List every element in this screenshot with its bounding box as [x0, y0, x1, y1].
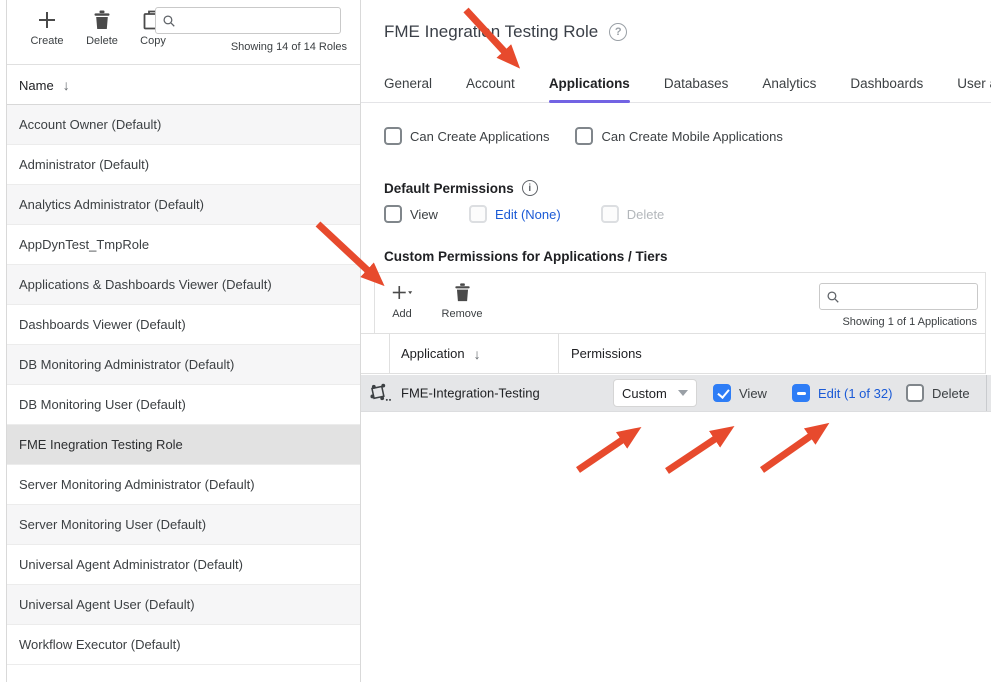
- tab-account[interactable]: Account: [466, 72, 515, 102]
- role-row-account-owner[interactable]: Account Owner (Default): [7, 105, 360, 145]
- role-row-server-monitoring-user[interactable]: Server Monitoring User (Default): [7, 505, 360, 545]
- row-view-checkbox[interactable]: [713, 384, 731, 402]
- role-row-workflow-executor[interactable]: Workflow Executor (Default): [7, 625, 360, 665]
- add-application-label: Add: [385, 308, 419, 320]
- roles-search: [155, 7, 341, 34]
- row-delete-checkbox[interactable]: [906, 384, 924, 402]
- roles-admin-page: Create Delete Copy: [0, 0, 991, 682]
- can-create-mobile-applications-option: Can Create Mobile Applications: [575, 127, 782, 145]
- chevron-down-icon: [678, 390, 688, 396]
- trash-icon: [452, 282, 473, 303]
- default-permissions-row: View Edit (None) Delete: [384, 205, 664, 223]
- role-detail-panel: FME Inegration Testing Role ? General Ac…: [361, 0, 991, 682]
- default-delete-option: Delete: [601, 205, 665, 223]
- create-role-button[interactable]: Create: [23, 9, 71, 47]
- column-separator: [986, 375, 987, 411]
- default-view-label: View: [410, 207, 438, 222]
- role-row-db-monitoring-administrator[interactable]: DB Monitoring Administrator (Default): [7, 345, 360, 385]
- column-separator: [389, 334, 390, 373]
- row-edit-checkbox[interactable]: [792, 384, 810, 402]
- row-delete-option: Delete: [906, 384, 970, 402]
- default-permissions-heading: Default Permissions i: [384, 180, 538, 196]
- role-row-appdyntest-tmprole[interactable]: AppDynTest_TmpRole: [7, 225, 360, 265]
- create-role-label: Create: [23, 35, 71, 47]
- role-row-analytics-administrator[interactable]: Analytics Administrator (Default): [7, 185, 360, 225]
- default-edit-option: Edit (None): [469, 205, 561, 223]
- delete-role-button[interactable]: Delete: [78, 9, 126, 47]
- permissions-column-header: Permissions: [571, 334, 642, 373]
- role-row-universal-agent-user[interactable]: Universal Agent User (Default): [7, 585, 360, 625]
- applications-count-text: Showing 1 of 1 Applications: [842, 316, 977, 328]
- tab-applications[interactable]: Applications: [549, 72, 630, 102]
- role-row-administrator[interactable]: Administrator (Default): [7, 145, 360, 185]
- row-delete-label: Delete: [932, 386, 970, 401]
- default-edit-label[interactable]: Edit (None): [495, 207, 561, 222]
- sort-descending-icon: ↓: [63, 77, 70, 93]
- roles-toolbar: Create Delete Copy: [7, 0, 360, 65]
- permission-mode-dropdown[interactable]: Custom: [613, 379, 697, 407]
- applications-table-header: Application ↓ Permissions: [361, 333, 986, 374]
- can-create-applications-option: Can Create Applications: [384, 127, 549, 145]
- remove-application-label: Remove: [437, 308, 487, 320]
- application-name: FME-Integration-Testing: [401, 386, 540, 401]
- role-title-row: FME Inegration Testing Role ?: [384, 22, 627, 42]
- delete-role-label: Delete: [78, 35, 126, 47]
- can-create-applications-checkbox[interactable]: [384, 127, 402, 145]
- can-create-applications-label: Can Create Applications: [410, 129, 549, 144]
- default-delete-label: Delete: [627, 207, 665, 222]
- roles-search-input[interactable]: [181, 14, 334, 28]
- applications-search-input[interactable]: [845, 290, 971, 304]
- roles-count-text: Showing 14 of 14 Roles: [231, 41, 347, 53]
- row-view-option: View: [713, 384, 767, 402]
- role-tabs: General Account Applications Databases A…: [361, 72, 991, 103]
- search-icon: [826, 290, 840, 304]
- help-icon[interactable]: ?: [609, 23, 627, 41]
- column-separator: [985, 334, 986, 373]
- tab-databases[interactable]: Databases: [664, 72, 729, 102]
- application-column-header[interactable]: Application ↓: [401, 334, 481, 373]
- roles-list-name-header[interactable]: Name ↓: [7, 66, 360, 105]
- name-column-label: Name: [19, 78, 54, 93]
- default-delete-checkbox[interactable]: [601, 205, 619, 223]
- default-edit-checkbox[interactable]: [469, 205, 487, 223]
- tab-analytics[interactable]: Analytics: [762, 72, 816, 102]
- custom-permissions-toolbar: Add Remove Showing 1 of 1 Applications: [374, 272, 986, 334]
- copy-role-label: Copy: [129, 35, 177, 47]
- row-view-label: View: [739, 386, 767, 401]
- role-row-fme-inegration-testing-role[interactable]: FME Inegration Testing Role: [7, 425, 360, 465]
- default-view-checkbox[interactable]: [384, 205, 402, 223]
- role-row-applications-dashboards-viewer[interactable]: Applications & Dashboards Viewer (Defaul…: [7, 265, 360, 305]
- trash-icon: [91, 9, 113, 31]
- column-separator: [558, 334, 559, 373]
- tab-dashboards[interactable]: Dashboards: [850, 72, 923, 102]
- role-row-db-monitoring-user[interactable]: DB Monitoring User (Default): [7, 385, 360, 425]
- roles-list: Account Owner (Default) Administrator (D…: [7, 105, 360, 665]
- row-edit-label[interactable]: Edit (1 of 32): [818, 386, 892, 401]
- default-view-option: View: [384, 205, 438, 223]
- plus-icon: [36, 9, 58, 31]
- add-application-button[interactable]: Add: [385, 282, 419, 320]
- sort-descending-icon: ↓: [474, 346, 481, 362]
- role-row-dashboards-viewer[interactable]: Dashboards Viewer (Default): [7, 305, 360, 345]
- row-edit-option: Edit (1 of 32): [792, 384, 892, 402]
- custom-permissions-heading: Custom Permissions for Applications / Ti…: [384, 249, 668, 264]
- role-row-universal-agent-administrator[interactable]: Universal Agent Administrator (Default): [7, 545, 360, 585]
- tab-general[interactable]: General: [384, 72, 432, 102]
- remove-application-button[interactable]: Remove: [437, 282, 487, 320]
- can-create-mobile-applications-label: Can Create Mobile Applications: [601, 129, 782, 144]
- roles-sidebar: Create Delete Copy: [6, 0, 361, 682]
- applications-search: [819, 283, 978, 310]
- application-topology-icon: [368, 383, 392, 403]
- search-icon: [162, 14, 176, 28]
- permission-mode-value: Custom: [622, 386, 667, 401]
- tab-user-accounts[interactable]: User a: [957, 72, 991, 102]
- create-flags-row: Can Create Applications Can Create Mobil…: [384, 127, 783, 145]
- application-row[interactable]: FME-Integration-Testing Custom View Edit…: [361, 375, 991, 412]
- info-icon[interactable]: i: [522, 180, 538, 196]
- page-title: FME Inegration Testing Role: [384, 22, 598, 42]
- role-row-server-monitoring-administrator[interactable]: Server Monitoring Administrator (Default…: [7, 465, 360, 505]
- can-create-mobile-applications-checkbox[interactable]: [575, 127, 593, 145]
- plus-dropdown-icon: [392, 282, 413, 303]
